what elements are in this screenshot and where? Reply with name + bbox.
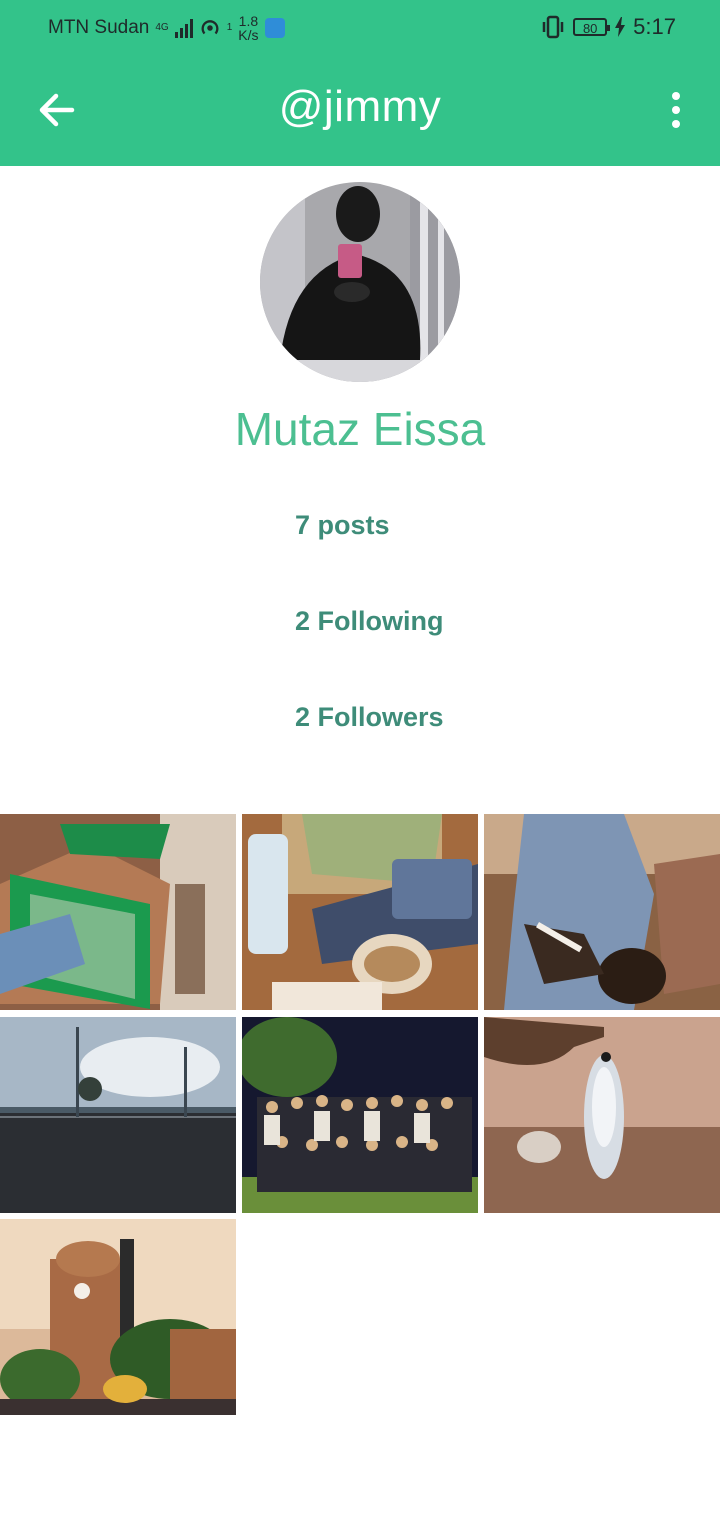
avatar[interactable] — [260, 182, 460, 382]
post-thumbnail[interactable] — [484, 1017, 720, 1213]
carrier-label: MTN Sudan — [48, 17, 150, 38]
posts-count[interactable]: 7 posts — [295, 510, 390, 541]
post-thumbnail[interactable] — [484, 814, 720, 1010]
hotspot-icon — [201, 20, 219, 35]
sim-label: 1 — [226, 22, 233, 33]
status-left: MTN Sudan 4G 1 1.8 K/s — [48, 14, 285, 42]
network-speed-unit: K/s — [238, 27, 259, 43]
avatar-photo — [260, 182, 460, 382]
signal-icon — [174, 18, 193, 38]
app-bar: @jimmy — [0, 56, 720, 166]
post-thumbnail[interactable] — [0, 1219, 236, 1415]
more-vert-icon[interactable] — [664, 86, 688, 134]
clock: 5:17 — [633, 14, 676, 39]
profile-name: Mutaz Eissa — [234, 403, 486, 455]
post-thumbnail[interactable] — [242, 814, 478, 1010]
post-thumbnail[interactable] — [0, 814, 236, 1010]
following-count[interactable]: 2 Following — [295, 606, 444, 637]
network-speed: 1.8 K/s — [238, 14, 258, 42]
network-speed-value: 1.8 — [238, 13, 259, 29]
followers-count[interactable]: 2 Followers — [295, 702, 444, 733]
battery-icon: 80 — [573, 18, 611, 36]
status-bar: MTN Sudan 4G 1 1.8 K/s 80 5:17 — [0, 0, 720, 56]
charging-icon — [615, 17, 626, 37]
network-type-badge: 4G — [155, 22, 169, 33]
post-thumbnail[interactable] — [242, 1017, 478, 1213]
app-notification-icon — [264, 18, 285, 38]
vibrate-icon — [542, 15, 564, 39]
battery-level: 80 — [582, 21, 598, 36]
page-title: @jimmy — [278, 82, 442, 131]
post-thumbnail[interactable] — [0, 1017, 236, 1213]
status-right: 80 5:17 — [541, 14, 676, 40]
